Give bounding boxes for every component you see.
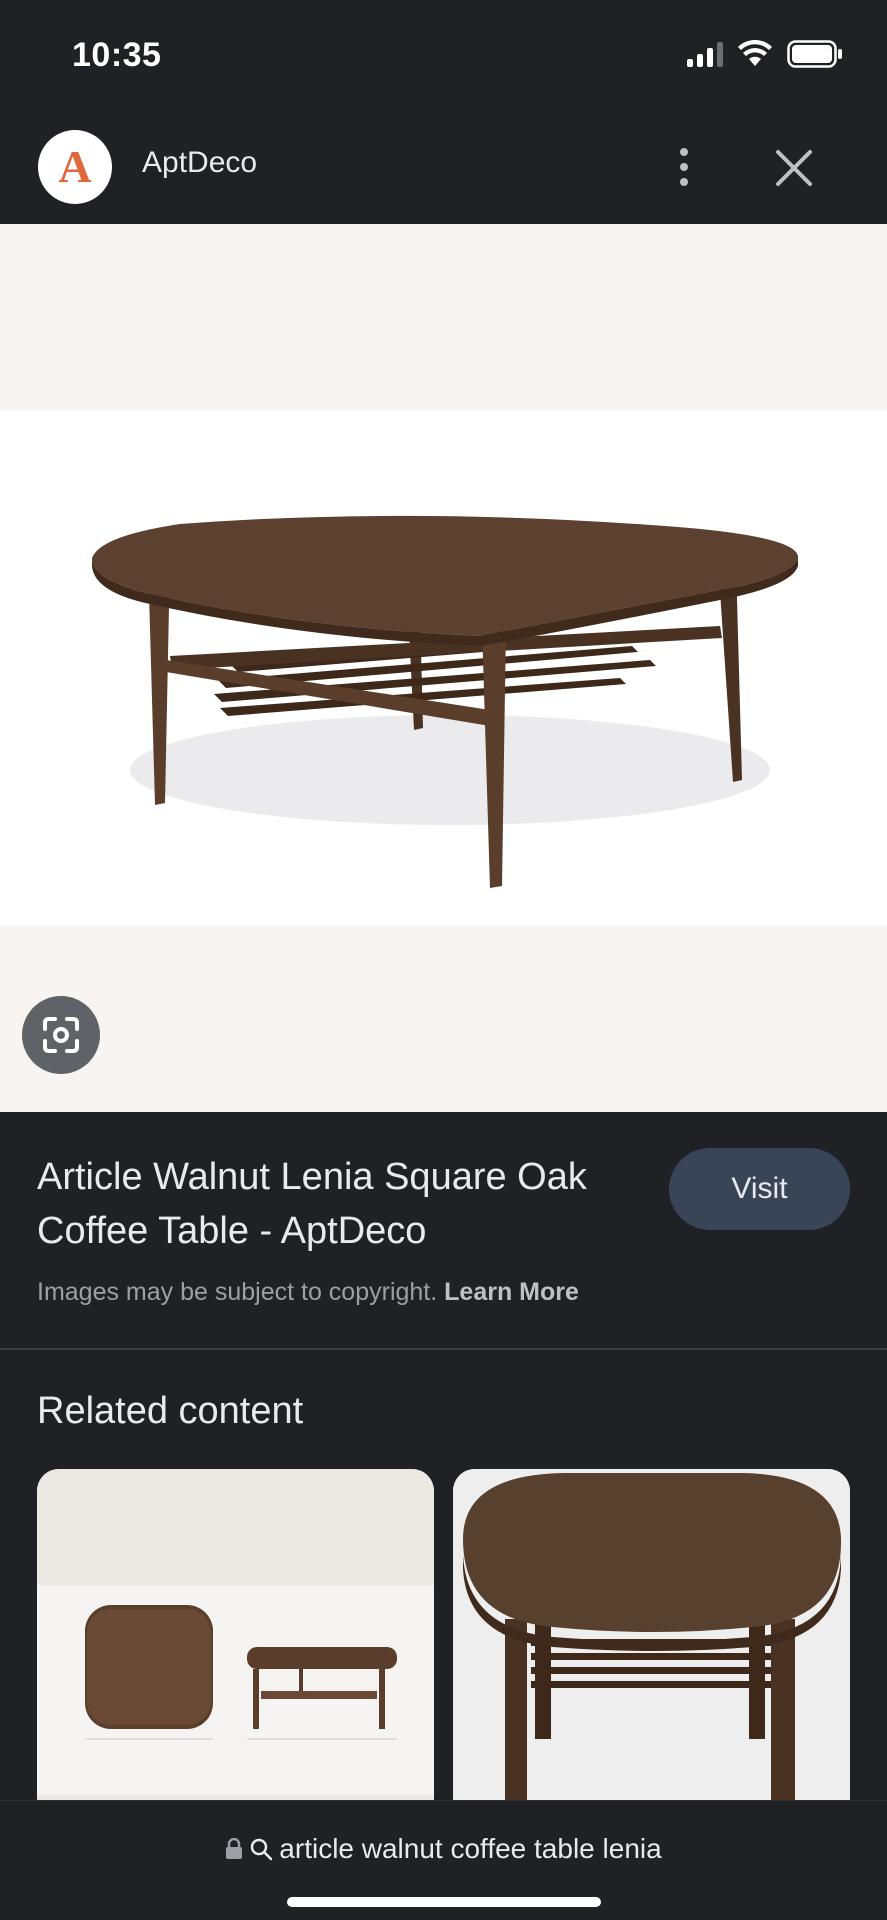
home-indicator[interactable]: [287, 1897, 601, 1907]
url-field[interactable]: article walnut coffee table lenia: [0, 1833, 887, 1865]
more-options-button[interactable]: [664, 142, 704, 192]
related-image-thumbnail: [453, 1469, 850, 1809]
visit-button[interactable]: Visit: [669, 1148, 850, 1230]
search-icon: [251, 1838, 273, 1861]
image-info-panel: Article Walnut Lenia Square Oak Coffee T…: [0, 1112, 887, 1350]
copyright-notice: Images may be subject to copyright. Lear…: [37, 1278, 579, 1307]
close-icon[interactable]: [770, 144, 818, 192]
bottom-url-bar: article walnut coffee table lenia: [0, 1800, 887, 1920]
lock-icon: [226, 1838, 243, 1859]
battery-icon: [787, 40, 842, 68]
related-content-heading: Related content: [37, 1390, 304, 1432]
coffee-table-photo: [0, 410, 887, 926]
learn-more-link[interactable]: Learn More: [444, 1278, 579, 1306]
more-vert-icon: [680, 148, 688, 156]
related-image-card[interactable]: [37, 1469, 434, 1809]
status-bar: 10:35: [0, 0, 887, 112]
wifi-icon: [738, 40, 772, 66]
image-preview[interactable]: [0, 224, 887, 1112]
top-bar: A AptDeco: [0, 112, 887, 224]
site-logo[interactable]: A: [38, 130, 112, 204]
related-image-thumbnail: [37, 1469, 434, 1809]
site-name[interactable]: AptDeco: [142, 146, 257, 180]
url-text: article walnut coffee table lenia: [279, 1833, 662, 1864]
status-time: 10:35: [72, 36, 162, 74]
divider: [0, 1348, 887, 1350]
status-icons: [687, 40, 843, 68]
lens-search-button[interactable]: [22, 996, 100, 1074]
image-title[interactable]: Article Walnut Lenia Square Oak Coffee T…: [37, 1150, 637, 1258]
site-logo-letter: A: [58, 141, 92, 192]
copyright-text: Images may be subject to copyright.: [37, 1278, 438, 1306]
google-lens-icon: [43, 1017, 79, 1053]
related-image-card[interactable]: [453, 1469, 850, 1809]
cellular-signal-icon: [687, 41, 723, 67]
